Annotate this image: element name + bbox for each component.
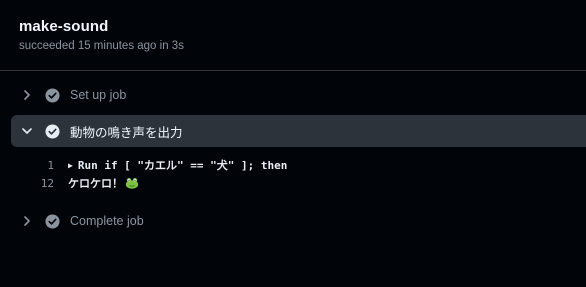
line-number: 12 <box>40 176 54 190</box>
frog-icon <box>125 177 139 189</box>
job-status: succeeded 15 minutes ago in 3s <box>19 40 184 52</box>
job-header: make-sound succeeded 15 minutes ago in 3… <box>0 0 586 71</box>
chevron-right-icon <box>20 214 34 228</box>
log-text: Run if [ "カエル" == "犬" ]; then <box>77 159 288 172</box>
step-complete-job[interactable]: Complete job <box>11 205 586 237</box>
step-log: 1 ▶ Run if [ "カエル" == "犬" ]; then 12 ケロケ… <box>30 156 288 192</box>
expand-triangle-icon[interactable]: ▶ <box>68 161 73 170</box>
line-number: 1 <box>47 158 54 172</box>
check-circle-icon <box>45 87 60 103</box>
step-output-animal-sound[interactable]: 動物の鳴き声を出力 <box>11 115 586 147</box>
step-label: Set up job <box>70 88 127 102</box>
chevron-right-icon <box>20 88 34 102</box>
chevron-down-icon <box>20 124 34 138</box>
check-circle-icon <box>45 123 60 139</box>
check-circle-icon <box>45 213 60 229</box>
step-set-up-job[interactable]: Set up job <box>11 79 586 111</box>
log-line[interactable]: 1 ▶ Run if [ "カエル" == "犬" ]; then <box>30 156 287 174</box>
job-title: make-sound <box>19 18 109 35</box>
step-label: 動物の鳴き声を出力 <box>70 125 183 140</box>
step-label: Complete job <box>70 214 144 228</box>
log-text: ケロケロ！ <box>68 177 123 190</box>
log-line: 12 ケロケロ！ <box>30 174 287 192</box>
